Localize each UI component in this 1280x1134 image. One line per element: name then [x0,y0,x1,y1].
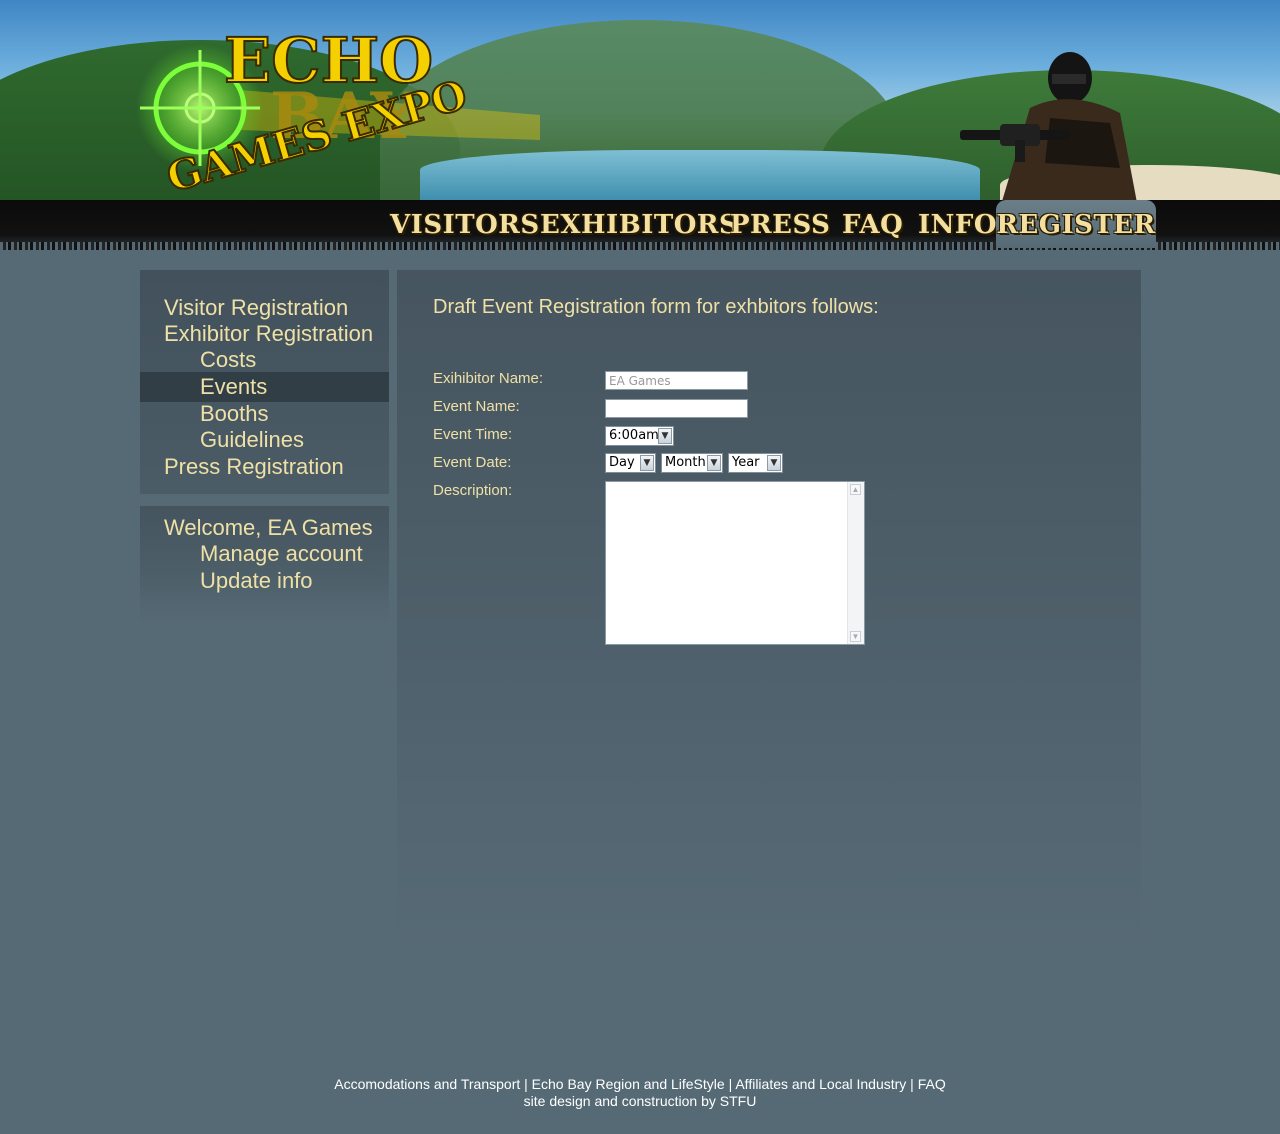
event-day-value: Day [609,455,635,470]
menu-label: Exhibitor Registration [164,321,374,346]
event-time-value: 6:00am [609,428,659,443]
echo-bay-logo: ECHO BAY GAMES EXPO [136,23,540,203]
event-time-select[interactable]: 6:00am ▼ [605,426,674,446]
menu-update-info[interactable]: Update info [140,567,389,594]
footer-links: Accomodations and Transport | Echo Bay R… [0,1076,1280,1093]
form-title: Draft Event Registration form for exhbit… [433,296,879,318]
nav-exhibitors[interactable]: EXHIBITORS [540,206,738,244]
footer: Accomodations and Transport | Echo Bay R… [0,1076,1280,1110]
welcome-text: Welcome, EA Games [140,514,389,541]
menu-events[interactable]: Events [140,372,389,402]
description-scrollbar[interactable]: ▲ ▼ [847,482,864,644]
menu-label: Booths [200,401,269,426]
exhibitor-name-input[interactable]: EA Games [605,371,748,390]
footer-separator: | [724,1076,736,1092]
description-label: Description: [433,482,513,499]
event-name-input[interactable] [605,399,748,418]
chevron-down-icon: ▼ [640,455,654,471]
menu-label: Welcome, EA Games [164,515,373,540]
nav-faq[interactable]: FAQ [842,206,903,244]
footer-separator: | [906,1076,918,1092]
menu-exhibitor-registration[interactable]: Exhibitor Registration [140,320,389,347]
soldier-figure [960,52,1138,208]
menu-guidelines[interactable]: Guidelines [140,426,389,453]
footer-separator: | [520,1076,532,1092]
event-time-label: Event Time: [433,426,513,443]
footer-link-region[interactable]: Echo Bay Region and LifeStyle [532,1076,725,1092]
exhibitor-name-label: Exihibitor Name: [433,370,544,387]
event-month-value: Month [665,455,706,470]
menu-label: Events [200,374,268,399]
registration-menu: Visitor Registration Exhibitor Registrat… [140,270,389,494]
menu-label: Press Registration [164,454,344,479]
scroll-up-icon[interactable]: ▲ [850,484,861,495]
account-menu: Welcome, EA Games Manage account Update … [140,506,389,624]
menu-manage-account[interactable]: Manage account [140,540,389,567]
footer-link-accomodations[interactable]: Accomodations and Transport [334,1076,520,1092]
menu-visitor-registration[interactable]: Visitor Registration [140,294,389,321]
chevron-down-icon: ▼ [658,428,672,444]
menu-label: Visitor Registration [164,295,349,320]
event-year-select[interactable]: Year ▼ [728,453,783,473]
chevron-down-icon: ▼ [707,455,721,471]
menu-booths[interactable]: Booths [140,400,389,427]
event-day-select[interactable]: Day ▼ [605,453,656,473]
event-date-label: Event Date: [433,454,512,471]
footer-link-affiliates[interactable]: Affiliates and Local Industry [735,1076,906,1092]
event-month-select[interactable]: Month ▼ [661,453,723,473]
nav-press[interactable]: PRESS [730,206,830,244]
chevron-down-icon: ▼ [767,455,781,471]
description-textarea[interactable]: ▲ ▼ [605,481,865,645]
menu-label: Update info [200,568,313,593]
menu-label: Costs [200,347,257,372]
nav-visitors[interactable]: VISITORS [390,206,540,244]
nav-info[interactable]: INFO [918,206,997,244]
menu-press-registration[interactable]: Press Registration [140,453,389,480]
event-year-value: Year [732,455,760,470]
nav-register[interactable]: REGISTER [996,200,1156,248]
menu-costs[interactable]: Costs [140,346,389,373]
footer-link-faq[interactable]: FAQ [918,1076,946,1092]
main-content: Draft Event Registration form for exhbit… [397,270,1141,960]
menu-label: Guidelines [200,427,304,452]
scroll-down-icon[interactable]: ▼ [850,631,861,642]
footer-credit: site design and construction by STFU [523,1093,757,1109]
event-name-label: Event Name: [433,398,520,415]
menu-label: Manage account [200,541,363,566]
